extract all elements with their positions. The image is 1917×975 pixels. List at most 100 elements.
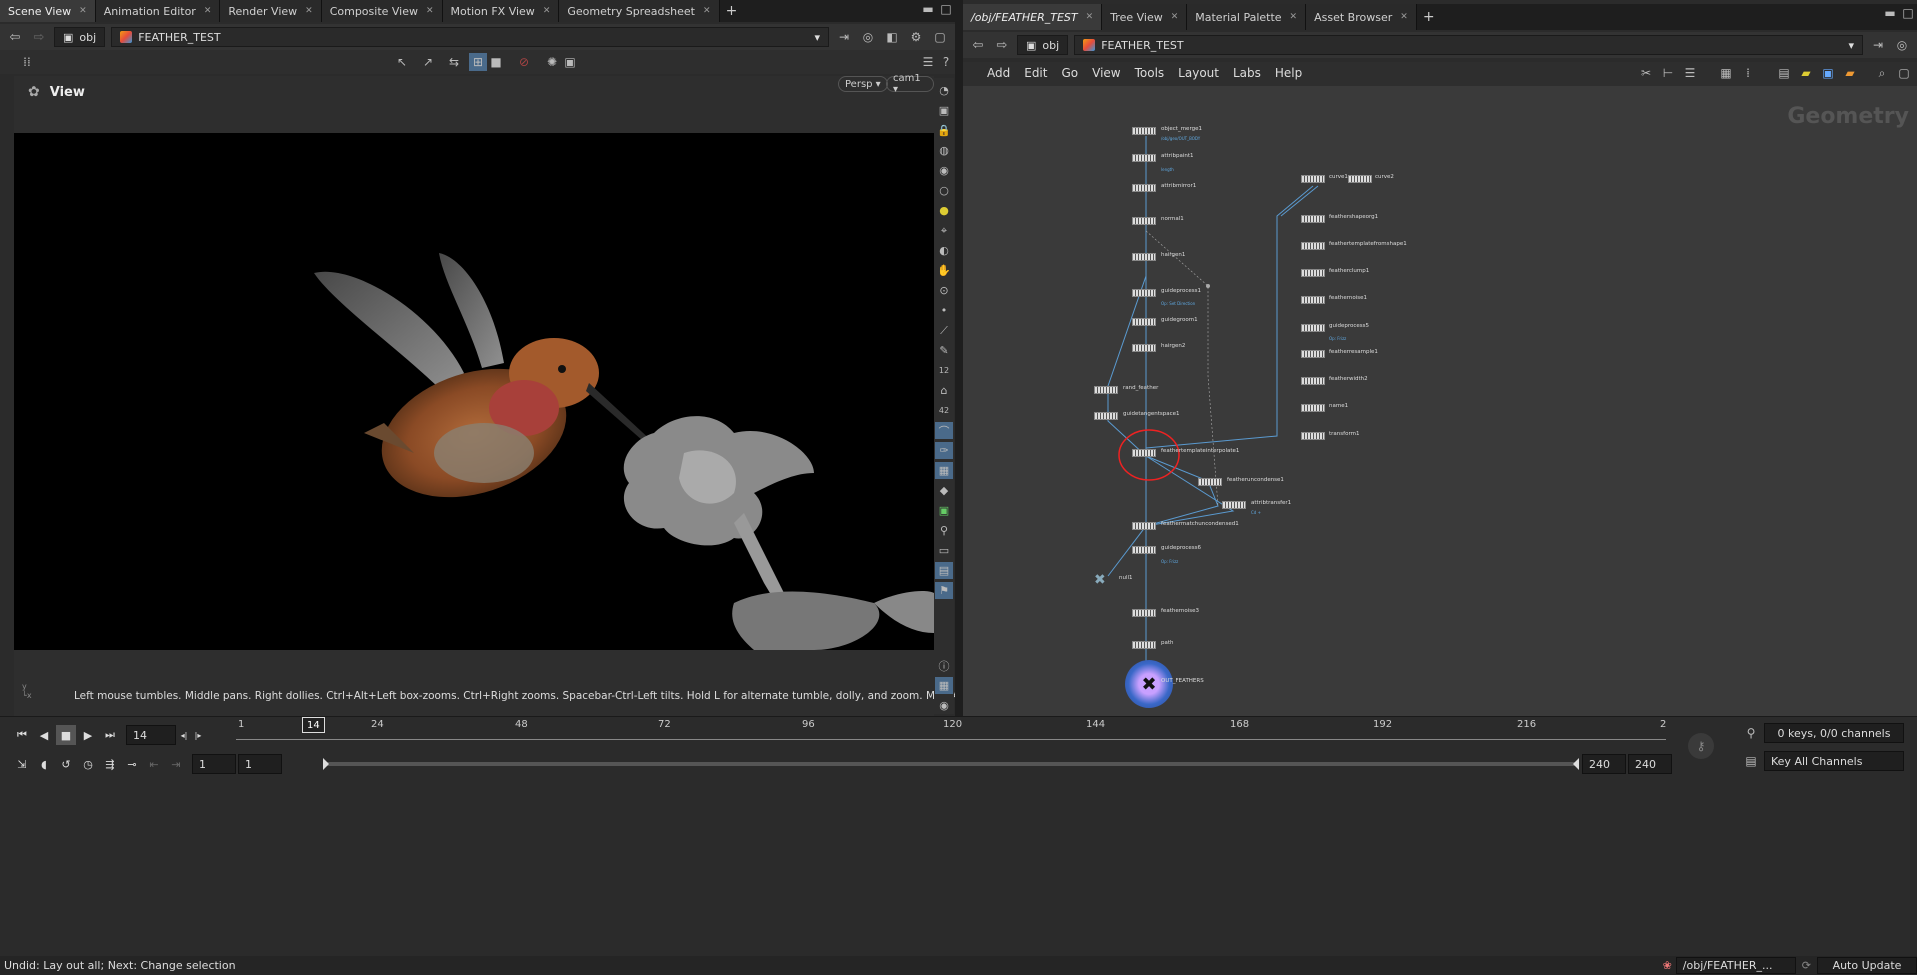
persp-menu[interactable]: Persp ▾ (838, 76, 888, 92)
auto-key-icon[interactable]: ⚲ (1742, 724, 1760, 742)
path-root[interactable]: ▣ obj (54, 27, 106, 47)
link-icon[interactable]: ◎ (859, 28, 877, 46)
pane-menu-icon[interactable]: ▬ (919, 0, 937, 18)
range-end-2-field[interactable]: 240 (1628, 754, 1672, 774)
light-icon[interactable]: ✺ (543, 53, 561, 71)
tab-animation-editor[interactable]: Animation Editor ✕ (95, 0, 221, 22)
node-curve2[interactable] (1348, 175, 1372, 183)
node-path[interactable] (1132, 641, 1156, 649)
node-guidetangentspace1[interactable] (1094, 412, 1118, 420)
keys-channels-field[interactable]: 0 keys, 0/0 channels (1764, 723, 1904, 743)
number-2-icon[interactable]: 42 (935, 402, 953, 419)
camera-icon[interactable]: ■ (487, 53, 505, 71)
tab-asset-browser[interactable]: Asset Browser ✕ (1306, 4, 1417, 30)
node-guideprocess5[interactable] (1301, 324, 1325, 332)
transform-icon[interactable]: ⇆ (445, 53, 463, 71)
node-curve1[interactable] (1301, 175, 1325, 183)
stop-icon[interactable]: ■ (56, 725, 76, 745)
tools-icon[interactable]: ✂ (1637, 64, 1655, 82)
grid-dots-icon[interactable]: ⁞⁞ (18, 53, 36, 71)
tab-render-view[interactable]: Render View ✕ (220, 0, 322, 22)
grid-dots-icon[interactable]: ⁞ (1739, 64, 1757, 82)
shading-icon[interactable]: ◉ (935, 162, 953, 179)
bulb-icon[interactable]: ○ (935, 182, 953, 199)
grid-view-icon[interactable]: ▦ (1717, 64, 1735, 82)
range-icon[interactable]: ⊸ (122, 754, 142, 774)
options-icon[interactable]: ☰ (919, 53, 937, 71)
link-icon[interactable]: ◎ (1893, 36, 1911, 54)
lock-icon[interactable]: 🔒 (935, 122, 953, 139)
pin-icon[interactable]: ⇥ (1869, 36, 1887, 54)
eye-icon[interactable]: ◉ (935, 697, 953, 714)
range-start-field[interactable]: 1 (192, 754, 236, 774)
menu-layout[interactable]: Layout (1178, 66, 1219, 80)
play-reverse-icon[interactable]: ◀ (34, 725, 54, 745)
node-hairgen1[interactable] (1132, 253, 1156, 261)
stamp-icon[interactable]: ⌂ (935, 382, 953, 399)
key-icon[interactable]: ⚷ (1688, 733, 1714, 759)
fps-icon[interactable]: ⇶ (100, 754, 120, 774)
close-icon[interactable]: ✕ (204, 6, 212, 16)
grid-icon[interactable]: ▦ (935, 462, 953, 479)
realtime-icon[interactable]: ⇲ (12, 754, 32, 774)
auto-update-menu[interactable]: Auto Update (1817, 957, 1917, 974)
node-featheruncondense1[interactable] (1198, 478, 1222, 486)
scope-icon[interactable]: ⊙ (935, 282, 953, 299)
tab-composite-view[interactable]: Composite View ✕ (321, 0, 443, 22)
skip-end-icon[interactable]: ⏭ (100, 725, 120, 745)
tab-geometry-spreadsheet[interactable]: Geometry Spreadsheet ✕ (559, 0, 720, 22)
node-out-feathers[interactable]: ✖ (1125, 660, 1173, 708)
parameters-icon[interactable]: ▤ (1775, 64, 1793, 82)
key-all-channels-menu[interactable]: Key All Channels (1764, 751, 1904, 771)
render-icon[interactable]: ▣ (561, 53, 579, 71)
green-icon[interactable]: ▣ (935, 502, 953, 519)
menu-view[interactable]: View (1092, 66, 1120, 80)
camera-menu[interactable]: cam1 ▾ (886, 73, 934, 95)
paint-icon[interactable]: ✑ (935, 442, 953, 459)
menu-tools[interactable]: Tools (1135, 66, 1165, 80)
chevron-down-icon[interactable]: ▾ (1848, 39, 1854, 52)
layout-grid-icon[interactable]: ▦ (935, 677, 953, 694)
add-tab-icon[interactable]: + (1417, 4, 1441, 30)
node-featherwidth2[interactable] (1301, 377, 1325, 385)
brush-icon[interactable]: ⟋ (935, 322, 953, 339)
pane-menu-icon[interactable]: ▬ (1881, 4, 1899, 22)
forward-arrow-icon[interactable]: ⇨ (30, 30, 48, 45)
playhead[interactable]: 14 (302, 717, 325, 733)
node-name1[interactable] (1301, 404, 1325, 412)
node-object-merge1[interactable] (1132, 127, 1156, 135)
play-icon[interactable]: ▶ (78, 725, 98, 745)
network-editor[interactable]: Geometry object_merge1 /obj/geo/OUT_BODY… (963, 86, 1917, 716)
tab-material-palette[interactable]: Material Palette ✕ (1187, 4, 1307, 30)
select-icon[interactable]: ↖ (393, 53, 411, 71)
number-icon[interactable]: 12 (935, 362, 953, 379)
node-guidegroom1[interactable] (1132, 318, 1156, 326)
menu-edit[interactable]: Edit (1024, 66, 1047, 80)
node-feathertemplatefromshape1[interactable] (1301, 242, 1325, 250)
menu-add[interactable]: Add (987, 66, 1010, 80)
pane-divider[interactable] (955, 0, 963, 716)
frame-icon[interactable]: ▭ (935, 542, 953, 559)
range-start-handle[interactable] (323, 758, 329, 770)
bulb-lit-icon[interactable]: ● (935, 202, 953, 219)
channel-icon[interactable]: ▤ (1742, 752, 1760, 770)
close-icon[interactable]: ✕ (426, 6, 434, 16)
viewport[interactable]: ✿ View Persp ▾ cam1 ▾ Left mouse tumbles… (14, 73, 1130, 716)
tab-network-view[interactable]: /obj/FEATHER_TEST ✕ (963, 4, 1103, 30)
node-attribmirror1[interactable] (1132, 184, 1156, 192)
close-icon[interactable]: ✕ (305, 6, 313, 16)
list-icon[interactable]: ☰ (1681, 64, 1699, 82)
add-tab-icon[interactable]: + (720, 0, 744, 22)
refresh-icon[interactable]: ⟳ (1802, 959, 1811, 972)
record-icon[interactable]: ⊘ (515, 53, 533, 71)
wrench-icon[interactable]: ⚲ (935, 522, 953, 539)
diamond-icon[interactable]: ◆ (935, 482, 953, 499)
info-icon[interactable]: ⓘ (935, 657, 953, 674)
select-points-icon[interactable]: ↗ (419, 53, 437, 71)
close-icon[interactable]: ✕ (79, 6, 87, 16)
close-icon[interactable]: ✕ (1086, 12, 1094, 22)
path-node[interactable]: FEATHER_TEST ▾ (1074, 35, 1863, 55)
node-feathernoise1[interactable] (1301, 296, 1325, 304)
node-transform1[interactable] (1301, 432, 1325, 440)
camera-tool-icon[interactable]: ◐ (935, 242, 953, 259)
